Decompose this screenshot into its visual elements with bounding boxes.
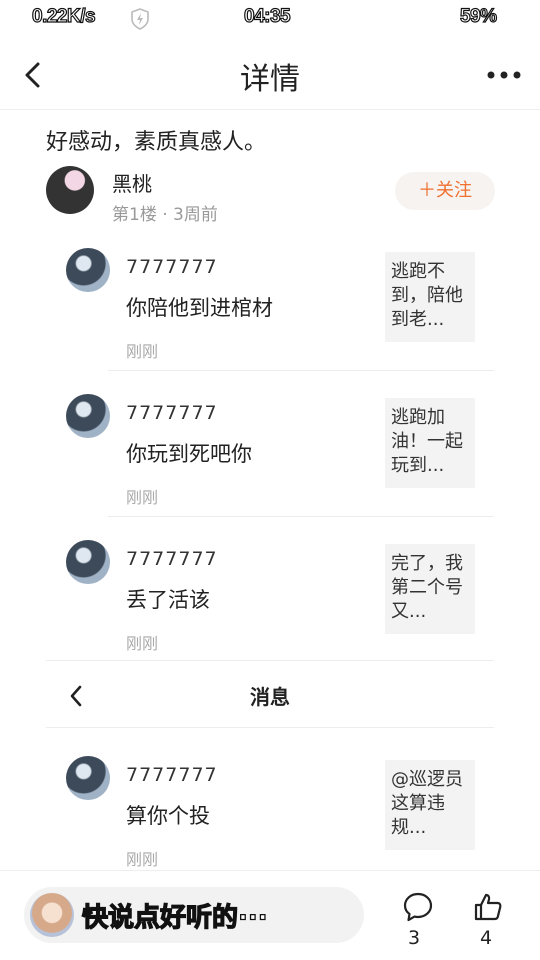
bottom-action-bar: 快说点好听的··· 3 4 xyxy=(0,870,540,960)
more-options-icon[interactable] xyxy=(486,70,522,80)
reply-author: 7777777 xyxy=(126,256,218,278)
battery-level: 59% xyxy=(459,5,497,27)
reply-author: 7777777 xyxy=(126,402,218,424)
avatar[interactable] xyxy=(66,540,110,584)
comment-icon[interactable] xyxy=(402,891,434,923)
author-avatar[interactable] xyxy=(46,166,94,214)
post-content: 好感动，素质真感人。 xyxy=(46,130,267,155)
reply-time: 刚刚 xyxy=(126,634,159,653)
reply-item[interactable]: 7777777 算你个投 刚刚 @巡逻员 这算违规... xyxy=(24,744,516,890)
like-count: 4 xyxy=(480,927,493,949)
message-header-bar: 消息 xyxy=(46,660,494,728)
reply-item[interactable]: 7777777 丢了活该 刚刚 完了，我第二个号又... xyxy=(24,528,516,674)
quoted-comment[interactable]: 完了，我第二个号又... xyxy=(385,544,475,634)
reply-item[interactable]: 7777777 你玩到死吧你 刚刚 逃跑加油！一起玩到... xyxy=(24,382,516,528)
page-title: 详情 xyxy=(240,62,300,97)
divider xyxy=(108,516,494,517)
clock: 04:35 xyxy=(243,5,291,27)
reply-text: 你玩到死吧你 xyxy=(126,442,252,466)
reply-text: 你陪他到进棺材 xyxy=(126,296,273,320)
comment-detail-card: 好感动，素质真感人。 黑桃 第1楼 · 3周前 ＋关注 7777777 你陪他到… xyxy=(24,110,516,870)
reply-time: 刚刚 xyxy=(126,342,159,361)
reply-time: 刚刚 xyxy=(126,488,159,507)
comment-input[interactable]: 快说点好听的··· xyxy=(24,887,364,943)
network-speed: 0.22K/s xyxy=(31,5,96,27)
avatar[interactable] xyxy=(66,394,110,438)
shield-icon xyxy=(131,8,149,30)
author-name[interactable]: 黑桃 xyxy=(112,168,152,197)
reply-time: 刚刚 xyxy=(126,850,159,869)
reply-text: 丢了活该 xyxy=(126,588,210,612)
divider xyxy=(108,370,494,371)
quoted-comment[interactable]: 逃跑不到，陪他到老... xyxy=(385,252,475,342)
reply-item[interactable]: 7777777 你陪他到进棺材 刚刚 逃跑不到，陪他到老... xyxy=(24,236,516,382)
reply-author: 7777777 xyxy=(126,548,218,570)
top-nav-bar: 详情 xyxy=(0,40,540,110)
comment-count: 3 xyxy=(408,927,421,949)
avatar xyxy=(30,893,74,937)
message-title: 消息 xyxy=(250,685,290,709)
status-bar: 0.22K/s 04:35 59% xyxy=(0,0,540,40)
quoted-comment[interactable]: @巡逻员 这算违规... xyxy=(385,760,475,850)
follow-button[interactable]: ＋关注 xyxy=(395,172,495,210)
quoted-comment[interactable]: 逃跑加油！一起玩到... xyxy=(385,398,475,488)
reply-list: 7777777 你陪他到进棺材 刚刚 逃跑不到，陪他到老... 7777777 … xyxy=(24,236,516,870)
comment-placeholder: 快说点好听的··· xyxy=(81,902,268,933)
thumbs-up-icon[interactable] xyxy=(472,891,504,923)
avatar[interactable] xyxy=(66,248,110,292)
post-meta: 第1楼 · 3周前 xyxy=(112,205,218,225)
reply-text: 算你个投 xyxy=(126,804,210,828)
avatar[interactable] xyxy=(66,756,110,800)
reply-author: 7777777 xyxy=(126,764,218,786)
